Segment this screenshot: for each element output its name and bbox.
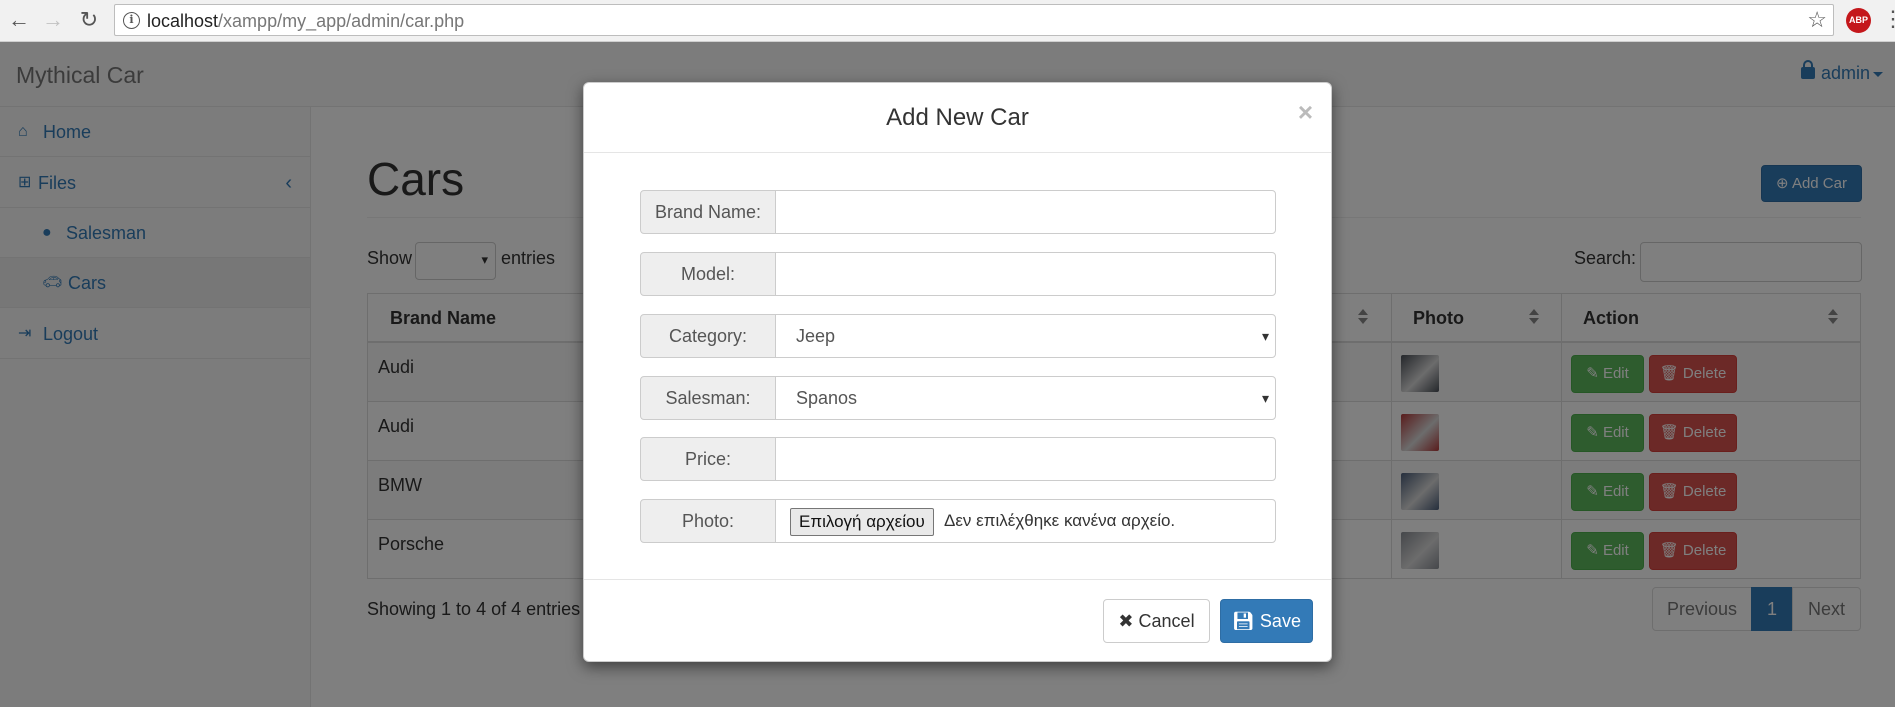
price-group: Price: bbox=[640, 437, 1276, 481]
cancel-label: Cancel bbox=[1138, 611, 1195, 631]
photo-label: Photo: bbox=[640, 499, 776, 543]
model-label: Model: bbox=[640, 252, 776, 296]
choose-file-button[interactable]: Επιλογή αρχείου bbox=[790, 508, 934, 536]
save-button[interactable]: 💾︎ Save bbox=[1220, 599, 1313, 643]
modal-footer-divider bbox=[584, 579, 1331, 580]
add-car-modal: Add New Car × Brand Name: Model: Categor… bbox=[583, 82, 1332, 662]
browser-toolbar: ← → ↻ i localhost/xampp/my_app/admin/car… bbox=[0, 0, 1895, 42]
salesman-select[interactable]: Spanos bbox=[775, 376, 1276, 420]
category-label: Category: bbox=[640, 314, 776, 358]
floppy-disk-icon: 💾︎ bbox=[1232, 611, 1255, 631]
address-bar[interactable]: i localhost/xampp/my_app/admin/car.php ☆ bbox=[114, 4, 1834, 36]
info-icon[interactable]: i bbox=[123, 12, 140, 29]
price-input[interactable] bbox=[775, 437, 1276, 481]
salesman-value: Spanos bbox=[796, 388, 858, 408]
adblock-icon[interactable]: ABP bbox=[1846, 8, 1871, 33]
file-status: Δεν επιλέχθηκε κανένα αρχείο. bbox=[944, 511, 1176, 530]
reload-icon[interactable]: ↻ bbox=[76, 7, 102, 33]
category-value: Jeep bbox=[796, 326, 836, 346]
category-group: Category: Jeep bbox=[640, 314, 1276, 358]
price-label: Price: bbox=[640, 437, 776, 481]
bookmark-star-icon[interactable]: ☆ bbox=[1807, 7, 1827, 33]
brand-name-label: Brand Name: bbox=[640, 190, 776, 234]
brand-name-input[interactable] bbox=[775, 190, 1276, 234]
save-label: Save bbox=[1259, 611, 1301, 631]
model-group: Model: bbox=[640, 252, 1276, 296]
back-icon[interactable]: ← bbox=[6, 7, 32, 33]
modal-header: Add New Car × bbox=[584, 83, 1331, 153]
modal-title: Add New Car bbox=[886, 104, 1029, 131]
brand-name-group: Brand Name: bbox=[640, 190, 1276, 234]
cancel-button[interactable]: ✖ Cancel bbox=[1103, 599, 1210, 643]
url-text[interactable]: localhost/xampp/my_app/admin/car.php bbox=[147, 11, 464, 32]
browser-menu-icon[interactable]: ⋮ bbox=[1882, 6, 1895, 32]
photo-group: Photo: Επιλογή αρχείου Δεν επιλέχθηκε κα… bbox=[640, 499, 1276, 543]
close-icon[interactable]: × bbox=[1298, 97, 1313, 128]
photo-file-input: Επιλογή αρχείου Δεν επιλέχθηκε κανένα αρ… bbox=[775, 499, 1276, 543]
times-icon: ✖ bbox=[1118, 611, 1134, 631]
salesman-group: Salesman: Spanos bbox=[640, 376, 1276, 420]
forward-icon[interactable]: → bbox=[40, 7, 66, 33]
model-input[interactable] bbox=[775, 252, 1276, 296]
category-select[interactable]: Jeep bbox=[775, 314, 1276, 358]
salesman-label: Salesman: bbox=[640, 376, 776, 420]
